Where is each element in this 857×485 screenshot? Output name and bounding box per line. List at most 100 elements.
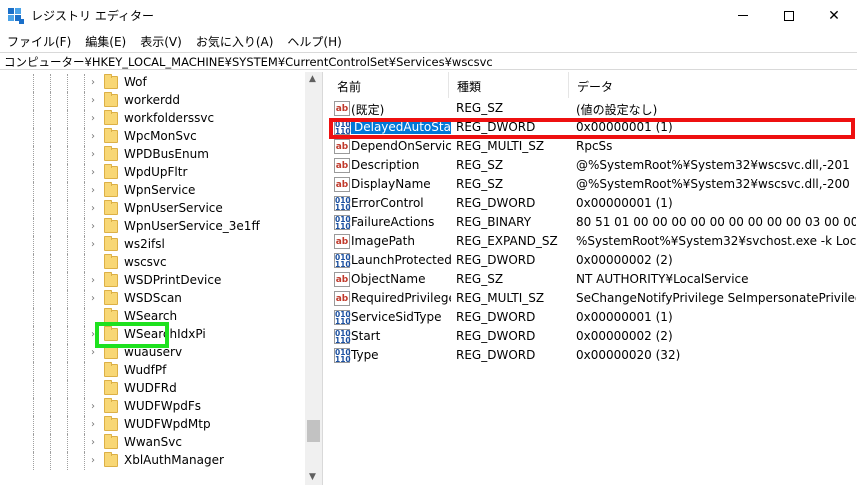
tree-scrollbar[interactable]: ▲ ▼: [305, 72, 322, 485]
menu-help[interactable]: ヘルプ(H): [280, 31, 348, 51]
tree-guide-line: [67, 326, 68, 344]
tree-item-label: WpcMonSvc: [124, 129, 197, 143]
tree-guide-line: [84, 380, 85, 398]
tree-guide-line: [84, 416, 85, 434]
chevron-right-icon[interactable]: ›: [91, 77, 101, 89]
chevron-right-icon[interactable]: ›: [91, 455, 101, 467]
tree-item[interactable]: › WpcMonSvc: [0, 128, 305, 146]
value-name: (既定): [351, 101, 451, 118]
tree-item[interactable]: › WpnService: [0, 182, 305, 200]
chevron-right-icon[interactable]: ›: [91, 149, 101, 161]
tree-guide-line: [67, 164, 68, 182]
chevron-right-icon[interactable]: ›: [91, 239, 101, 251]
tree-item[interactable]: › WSDPrintDevice: [0, 272, 305, 290]
scroll-up-icon[interactable]: ▲: [309, 74, 316, 84]
value-name-text: DependOnService: [351, 139, 451, 153]
chevron-right-icon[interactable]: ›: [91, 113, 101, 125]
value-row[interactable]: 010 110 ErrorControl REG_DWORD 0x00000001 (1…: [329, 194, 857, 213]
maximize-button[interactable]: [766, 0, 812, 31]
minimize-button[interactable]: [720, 0, 766, 31]
string-value-icon: ab: [334, 234, 350, 249]
value-name: Type: [351, 348, 451, 362]
menu-file[interactable]: ファイル(F): [0, 31, 78, 51]
tree-item[interactable]: › workerdd: [0, 92, 305, 110]
tree-item[interactable]: › WUDFWpdFs: [0, 398, 305, 416]
binary-value-icon: 010 110: [334, 215, 351, 231]
tree-item-label: WudfPf: [124, 363, 167, 377]
scroll-down-icon[interactable]: ▼: [309, 472, 316, 482]
tree-item[interactable]: wscsvc: [0, 254, 305, 272]
value-row[interactable]: 010 110 ServiceSidType REG_DWORD 0x00000001 …: [329, 308, 857, 327]
chevron-right-icon[interactable]: ›: [91, 419, 101, 431]
chevron-right-icon[interactable]: ›: [91, 221, 101, 233]
menu-view[interactable]: 表示(V): [133, 31, 189, 51]
address-bar[interactable]: コンピューター¥HKEY_LOCAL_MACHINE¥SYSTEM¥Curren…: [0, 52, 857, 70]
tree-guide-line: [50, 434, 51, 452]
tree-item[interactable]: › WpdUpFltr: [0, 164, 305, 182]
chevron-right-icon[interactable]: ›: [91, 347, 101, 359]
value-row[interactable]: ab (既定) REG_SZ (値の設定なし): [329, 99, 857, 118]
tree-item[interactable]: › WpnUserService: [0, 200, 305, 218]
tree-guide-line: [84, 272, 85, 290]
value-row[interactable]: ab ObjectName REG_SZ NT AUTHORITY¥LocalServ…: [329, 270, 857, 289]
value-name-text: ImagePath: [351, 234, 415, 248]
tree-item[interactable]: › WpnUserService_3e1ff: [0, 218, 305, 236]
title-bar[interactable]: レジストリ エディター ✕: [0, 0, 857, 31]
tree-guide-line: [84, 362, 85, 380]
chevron-right-icon[interactable]: ›: [91, 167, 101, 179]
value-row[interactable]: ab Description REG_SZ @%SystemRoot%¥System3…: [329, 156, 857, 175]
menu-edit[interactable]: 編集(E): [78, 31, 133, 51]
tree-item[interactable]: › ws2ifsl: [0, 236, 305, 254]
tree-highlight-box: [95, 322, 169, 348]
tree-guide-line: [33, 110, 34, 128]
value-list-pane[interactable]: 名前 種類 データ ab (既定) REG_SZ (値の設定なし) 010 110 Dela…: [329, 72, 857, 485]
chevron-right-icon[interactable]: ›: [91, 275, 101, 287]
value-type: REG_DWORD: [456, 196, 536, 210]
tree-item[interactable]: › WUDFWpdMtp: [0, 416, 305, 434]
value-type: REG_MULTI_SZ: [456, 139, 545, 153]
value-data: (値の設定なし): [576, 103, 658, 117]
chevron-right-icon[interactable]: ›: [91, 401, 101, 413]
column-header-type[interactable]: 種類: [449, 72, 569, 98]
key-tree-pane[interactable]: › Wof › workerdd › workfolderssvc › WpcMonSvc › W…: [0, 72, 323, 485]
tree-guide-line: [33, 128, 34, 146]
tree-guide-line: [33, 416, 34, 434]
tree-item[interactable]: › workfolderssvc: [0, 110, 305, 128]
tree-guide-line: [67, 398, 68, 416]
tree-item-label: WpnUserService_3e1ff: [124, 219, 260, 233]
tree-item-label: WSearch: [124, 309, 178, 323]
column-header-name[interactable]: 名前: [329, 72, 449, 98]
value-row[interactable]: ab DependOnService REG_MULTI_SZ RpcSs: [329, 137, 857, 156]
tree-item[interactable]: › WPDBusEnum: [0, 146, 305, 164]
close-button[interactable]: ✕: [811, 0, 857, 31]
chevron-right-icon[interactable]: ›: [91, 131, 101, 143]
chevron-right-icon[interactable]: ›: [91, 293, 101, 305]
scroll-thumb[interactable]: [307, 420, 320, 442]
chevron-right-icon[interactable]: ›: [91, 203, 101, 215]
binary-value-icon: 010 110: [334, 253, 351, 269]
folder-icon: [104, 398, 118, 413]
tree-item[interactable]: › WSDScan: [0, 290, 305, 308]
menu-favorites[interactable]: お気に入り(A): [189, 31, 281, 51]
value-row[interactable]: 010 110 Start REG_DWORD 0x00000002 (2): [329, 327, 857, 346]
value-row[interactable]: 010 110 LaunchProtected REG_DWORD 0x00000002…: [329, 251, 857, 270]
tree-item[interactable]: WUDFRd: [0, 380, 305, 398]
value-row[interactable]: ab DisplayName REG_SZ @%SystemRoot%¥System3…: [329, 175, 857, 194]
tree-item[interactable]: › XblAuthManager: [0, 452, 305, 470]
tree-item[interactable]: WudfPf: [0, 362, 305, 380]
value-row[interactable]: ab ImagePath REG_EXPAND_SZ %SystemRoot%¥Sys…: [329, 232, 857, 251]
value-name-text: RequiredPrivilege...: [351, 291, 451, 305]
value-row[interactable]: abRequiredPrivilege... REG_MULTI_SZ SeChan…: [329, 289, 857, 308]
value-data: 0x00000002 (2): [576, 253, 673, 267]
value-row[interactable]: 010 110 Type REG_DWORD 0x00000020 (32): [329, 346, 857, 365]
tree-guide-line: [84, 434, 85, 452]
value-type: REG_MULTI_SZ: [456, 291, 545, 305]
chevron-right-icon[interactable]: ›: [91, 437, 101, 449]
chevron-right-icon[interactable]: ›: [91, 95, 101, 107]
tree-item[interactable]: › Wof: [0, 74, 305, 92]
chevron-right-icon[interactable]: ›: [91, 185, 101, 197]
tree-guide-line: [84, 200, 85, 218]
value-row[interactable]: 010 110 FailureActions REG_BINARY 80 51 01 0…: [329, 213, 857, 232]
column-header-data[interactable]: データ: [569, 72, 857, 98]
tree-item[interactable]: › WwanSvc: [0, 434, 305, 452]
